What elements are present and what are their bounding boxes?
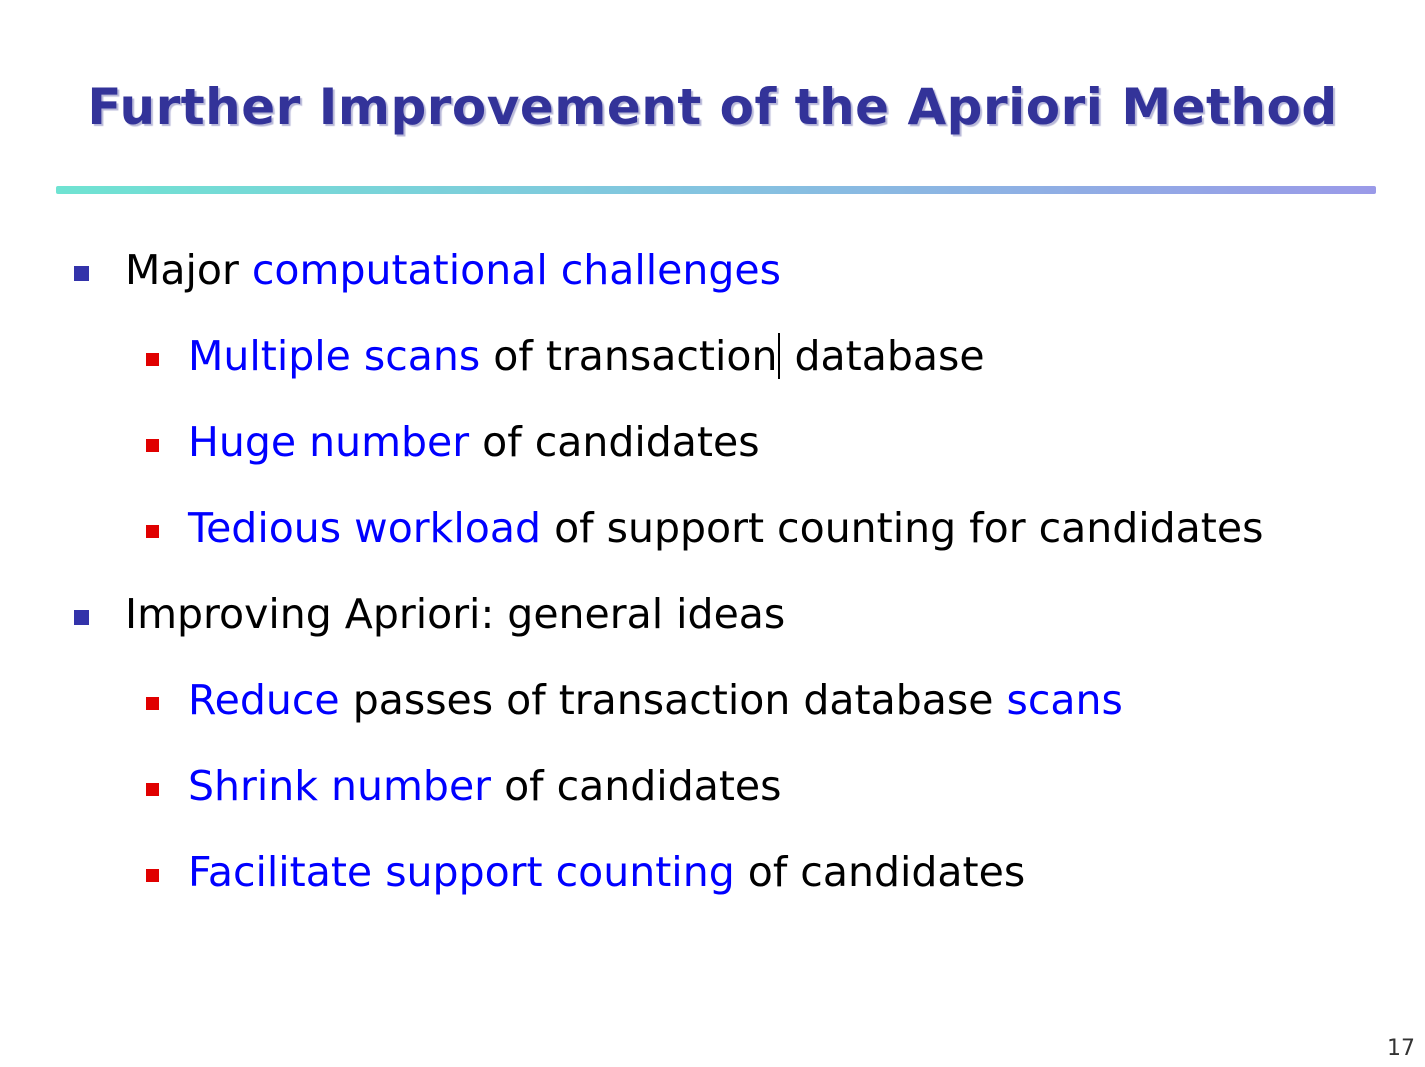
body-text: of support counting for candidates xyxy=(541,504,1264,552)
sub-bullet-item: Shrink number of candidates xyxy=(188,758,782,814)
bullet-item: Improving Apriori: general ideas xyxy=(125,586,785,642)
highlighted-text: Tedious workload xyxy=(188,504,542,552)
highlighted-text: Facilitate support counting xyxy=(188,848,735,896)
body-text: of candidates xyxy=(734,848,1026,896)
body-text: passes of transaction database xyxy=(339,676,1007,724)
sub-bullet-item: Facilitate support counting of candidate… xyxy=(188,844,1025,900)
body-text: of candidates xyxy=(469,418,760,466)
sub-bullet-item: Tedious workload of support counting for… xyxy=(188,500,1263,556)
body-text: of transaction xyxy=(480,332,778,380)
sub-bullet-item: Huge number of candidates xyxy=(188,414,760,470)
bullet-square-icon xyxy=(74,265,89,281)
bullet-list: Major computational challenges Multiple s… xyxy=(0,0,1425,1067)
body-text: Improving Apriori: general ideas xyxy=(125,590,786,638)
page-number: 17 xyxy=(1387,1036,1415,1061)
body-text: Major xyxy=(125,246,252,294)
highlighted-text: computational challenges xyxy=(251,246,781,294)
sub-bullet-square-icon xyxy=(146,352,159,366)
highlighted-text: scans xyxy=(1006,676,1123,724)
bullet-square-icon xyxy=(74,609,89,625)
sub-bullet-square-icon xyxy=(146,782,159,796)
sub-bullet-square-icon xyxy=(146,868,159,882)
body-text: database xyxy=(781,332,985,380)
highlighted-text: Shrink number xyxy=(188,762,492,810)
highlighted-text: Reduce xyxy=(188,676,340,724)
sub-bullet-square-icon xyxy=(146,438,159,452)
bullet-item: Major computational challenges xyxy=(125,242,781,298)
sub-bullet-item: Multiple scans of transaction database xyxy=(188,328,985,384)
highlighted-text: Huge number xyxy=(188,418,470,466)
sub-bullet-square-icon xyxy=(146,696,159,710)
body-text: of candidates xyxy=(491,762,782,810)
highlighted-text: Multiple scans xyxy=(188,332,481,380)
sub-bullet-item: Reduce passes of transaction database sc… xyxy=(188,672,1123,728)
sub-bullet-square-icon xyxy=(146,524,159,538)
